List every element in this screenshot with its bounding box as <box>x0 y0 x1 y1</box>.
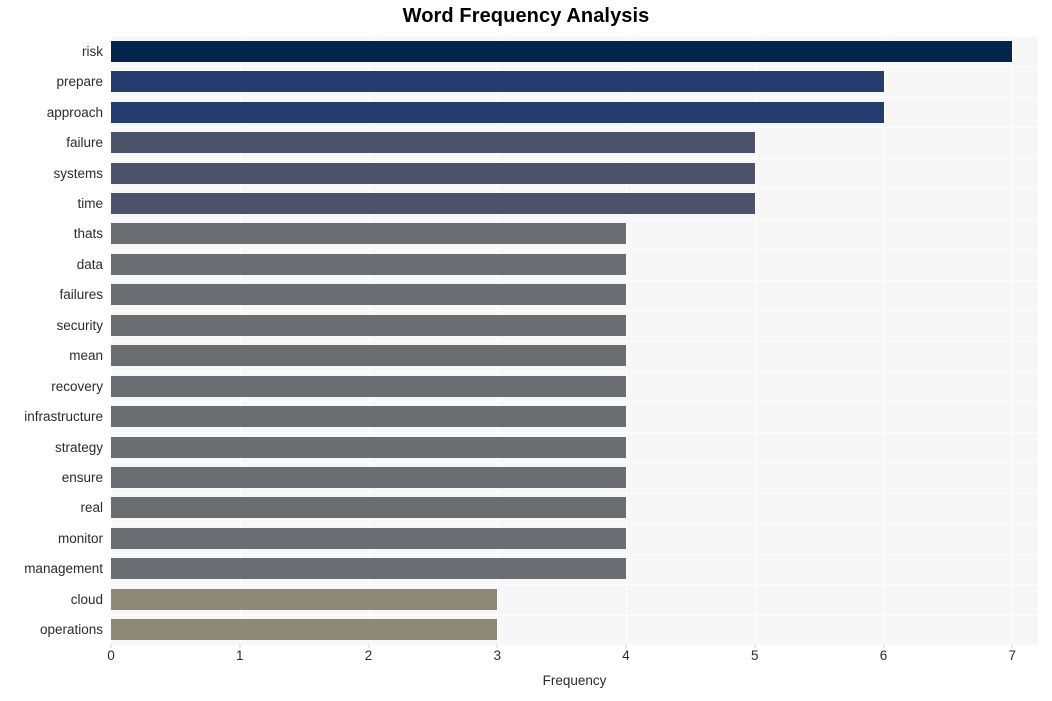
y-axis-label-prepare: prepare <box>56 74 103 89</box>
x-tick-label: 5 <box>750 648 759 663</box>
y-axis-label-mean: mean <box>69 348 103 363</box>
bar-series <box>111 36 1038 645</box>
x-tick-label: 2 <box>364 648 373 663</box>
plot-area <box>111 36 1038 646</box>
horizontal-gridline <box>111 645 1038 646</box>
bar-security[interactable] <box>111 315 626 336</box>
bar-recovery[interactable] <box>111 376 626 397</box>
bar-infrastructure[interactable] <box>111 406 626 427</box>
bar-mean[interactable] <box>111 345 626 366</box>
y-axis-label-monitor: monitor <box>57 531 103 546</box>
bar-prepare[interactable] <box>111 71 884 92</box>
y-axis-label-ensure: ensure <box>61 470 103 485</box>
chart-title: Word Frequency Analysis <box>402 5 650 27</box>
bar-approach[interactable] <box>111 102 884 123</box>
x-axis-title: Frequency <box>542 673 607 688</box>
bar-systems[interactable] <box>111 163 755 184</box>
bar-real[interactable] <box>111 497 626 518</box>
y-axis-label-operations: operations <box>39 622 103 637</box>
x-tick-label: 1 <box>235 648 244 663</box>
bar-data[interactable] <box>111 254 626 275</box>
chart-page: Word Frequency Analysis risk prepare appro… <box>0 0 1052 701</box>
y-axis-label-security: security <box>56 318 103 333</box>
bar-risk[interactable] <box>111 41 1013 62</box>
bar-strategy[interactable] <box>111 437 626 458</box>
y-axis-label-management: management <box>24 561 103 576</box>
y-axis-label-approach: approach <box>46 105 103 120</box>
bar-monitor[interactable] <box>111 528 626 549</box>
y-axis-label-systems: systems <box>53 166 103 181</box>
y-axis-label-strategy: strategy <box>54 440 103 455</box>
x-tick-label: 3 <box>493 648 502 663</box>
y-axis-label-time: time <box>77 196 103 211</box>
bar-failures[interactable] <box>111 284 626 305</box>
x-tick-label: 0 <box>107 648 115 663</box>
x-tick-label: 6 <box>879 648 888 663</box>
y-axis-label-recovery: recovery <box>51 379 103 394</box>
bar-management[interactable] <box>111 558 626 579</box>
bar-operations[interactable] <box>111 619 498 640</box>
bar-ensure[interactable] <box>111 467 626 488</box>
y-axis-labels: risk prepare approach failure systems time tha… <box>0 36 103 645</box>
bar-thats[interactable] <box>111 223 626 244</box>
y-axis-label-risk: risk <box>82 44 103 59</box>
y-axis-label-cloud: cloud <box>70 592 103 607</box>
y-axis-label-thats: thats <box>73 226 103 241</box>
y-axis-label-data: data <box>76 257 103 272</box>
bar-failure[interactable] <box>111 132 755 153</box>
x-tick-label: 7 <box>1008 648 1017 663</box>
y-axis-label-failures: failures <box>59 287 103 302</box>
y-axis-label-failure: failure <box>66 135 103 150</box>
x-tick-label: 4 <box>622 648 630 663</box>
y-axis-label-real: real <box>80 500 103 515</box>
y-axis-label-infrastructure: infrastructure <box>24 409 103 424</box>
bar-cloud[interactable] <box>111 589 498 610</box>
x-axis-ticks: 0 1 2 3 4 5 6 7 <box>0 644 1052 672</box>
bar-time[interactable] <box>111 193 755 214</box>
